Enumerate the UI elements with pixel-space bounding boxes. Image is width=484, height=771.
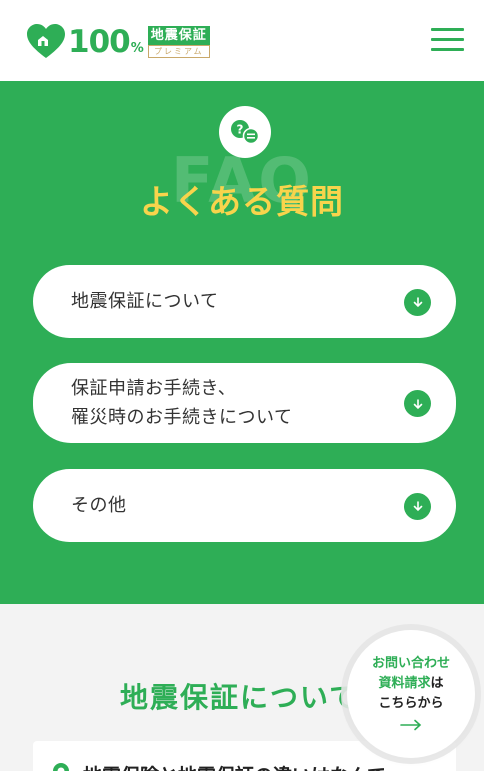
- logo[interactable]: 100 % 地震保証 プレミアム: [26, 22, 210, 62]
- pin-icon: [51, 763, 71, 771]
- site-header: 100 % 地震保証 プレミアム: [0, 0, 484, 81]
- arrow-down-icon: [404, 390, 431, 417]
- hamburger-icon[interactable]: [431, 28, 464, 52]
- arrow-down-icon: [404, 492, 431, 520]
- logo-tag-top: 地震保証: [147, 26, 210, 45]
- cta-line2-rest: は: [430, 675, 444, 691]
- logo-percent: %: [130, 40, 144, 56]
- faq-item-other[interactable]: その他: [33, 469, 456, 542]
- faq-item-label: 保証申請お手続き、 罹災時のお手続きについて: [71, 378, 293, 428]
- heart-house-icon: [26, 24, 66, 60]
- cta-line3: こちらから: [378, 695, 444, 711]
- svg-text:?: ?: [237, 123, 244, 137]
- question-text: 地震保険と地震保証の違いはなんで: [83, 761, 386, 771]
- cta-line2: 資料請求は: [378, 674, 443, 694]
- faq-section: FAQ ? よくある質問 地震保証について 保証申請お手続き、 罹災時のお手続き…: [0, 81, 484, 604]
- faq-item-label: 地震保証について: [71, 291, 219, 312]
- faq-item-earthquake-guarantee[interactable]: 地震保証について: [33, 265, 456, 338]
- logo-number: 100: [68, 23, 131, 60]
- cta-line1: お問い合わせ: [371, 655, 450, 671]
- question-chat-icon: ?: [219, 106, 271, 158]
- logo-tag-bottom: プレミアム: [147, 45, 210, 58]
- contact-cta-button[interactable]: お問い合わせ 資料請求は こちらから: [347, 630, 475, 758]
- faq-item-procedures[interactable]: 保証申請お手続き、 罹災時のお手続きについて: [33, 363, 456, 443]
- arrow-down-icon: [404, 288, 431, 316]
- arrow-right-icon: [400, 716, 422, 735]
- faq-item-label: その他: [71, 495, 127, 516]
- cta-line2-highlight: 資料請求: [378, 675, 431, 691]
- faq-title: よくある質問: [140, 182, 344, 221]
- section-title: 地震保証について: [120, 681, 360, 714]
- logo-tag: 地震保証 プレミアム: [147, 26, 210, 58]
